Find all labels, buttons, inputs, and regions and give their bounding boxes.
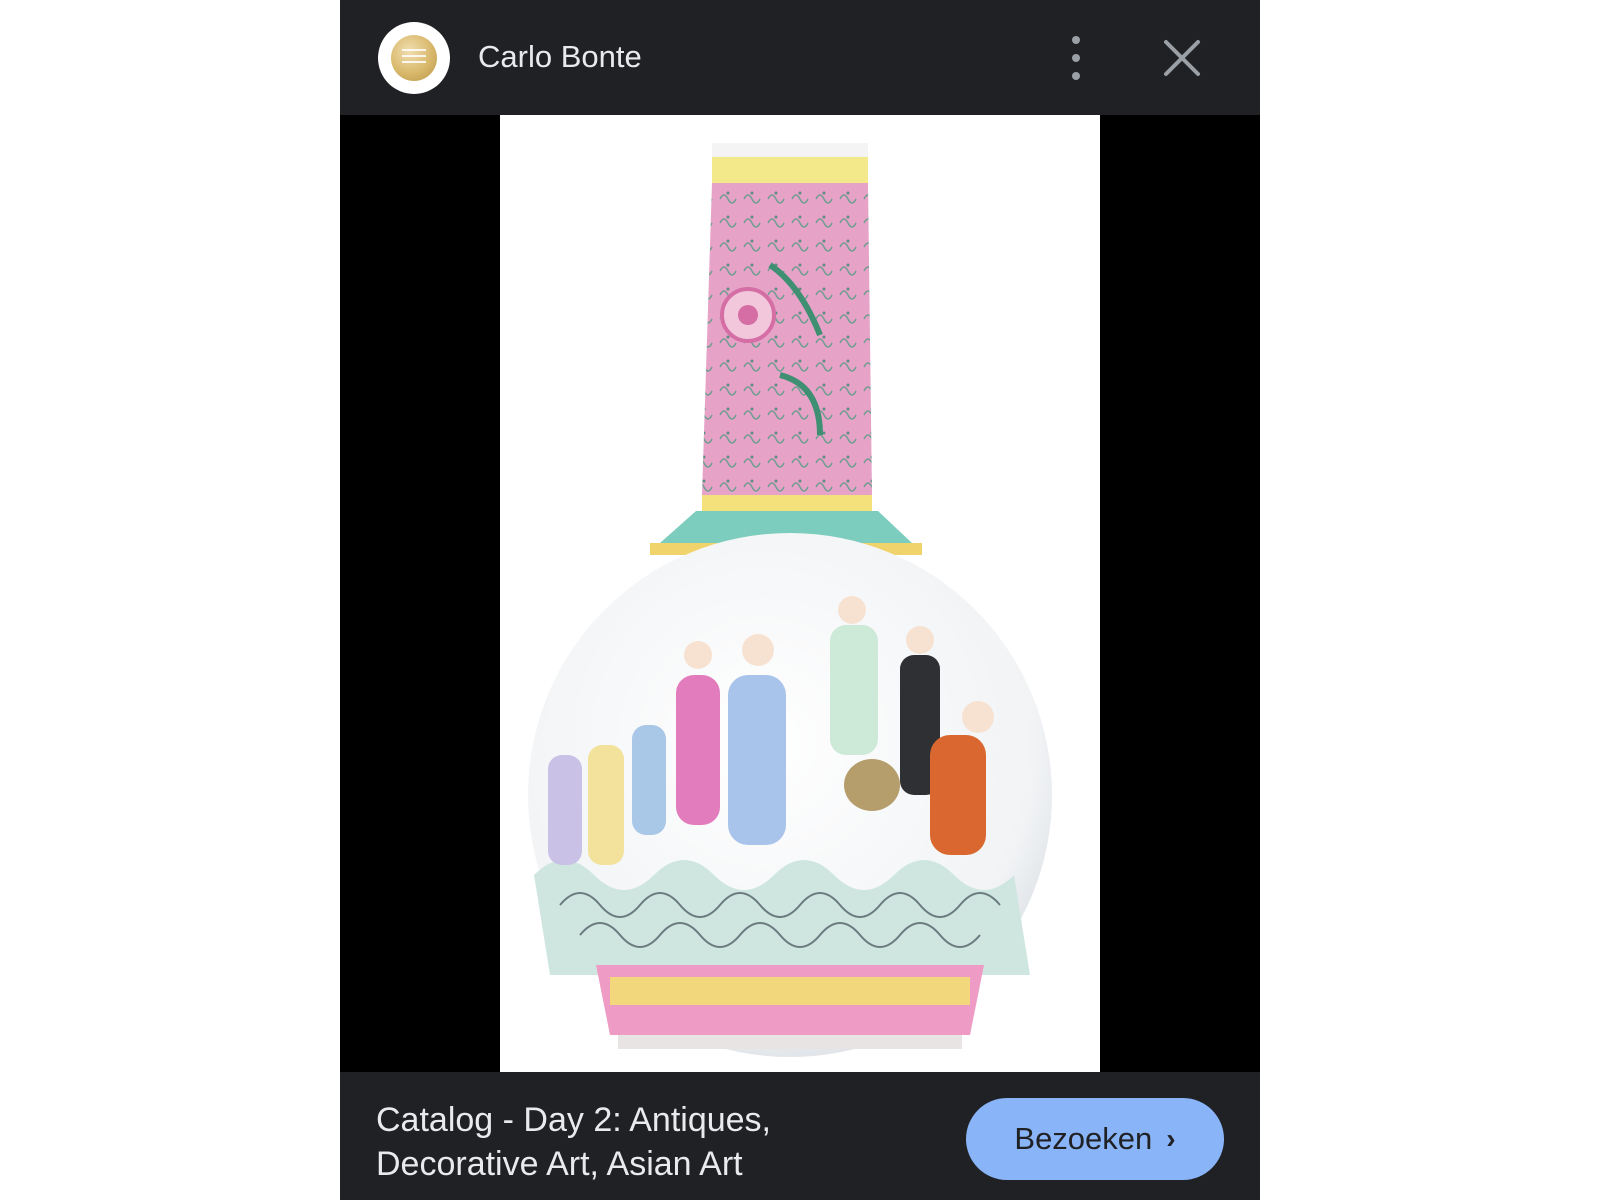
- viewer-header: Carlo Bonte: [340, 0, 1260, 115]
- more-options-button[interactable]: [1064, 36, 1088, 80]
- image-caption[interactable]: Catalog - Day 2: Antiques, Decorative Ar…: [376, 1098, 896, 1186]
- source-logo-icon: [391, 35, 437, 81]
- chevron-right-icon: ›: [1166, 1123, 1176, 1154]
- more-vert-icon: [1072, 36, 1080, 44]
- visit-button-label: Bezoeken: [1014, 1121, 1153, 1156]
- close-button[interactable]: [1162, 38, 1202, 78]
- source-name[interactable]: Carlo Bonte: [478, 38, 642, 76]
- visit-button[interactable]: Bezoeken ›: [966, 1098, 1224, 1180]
- viewer-footer: Catalog - Day 2: Antiques, Decorative Ar…: [340, 1072, 1260, 1200]
- image-viewer: Carlo Bonte Catalog - Day 2: Antiques, D…: [340, 0, 1260, 1200]
- close-icon: [1164, 40, 1200, 76]
- porcelain-vase-icon: [528, 143, 1052, 1057]
- source-avatar[interactable]: [378, 22, 450, 94]
- preview-image[interactable]: [500, 115, 1100, 1072]
